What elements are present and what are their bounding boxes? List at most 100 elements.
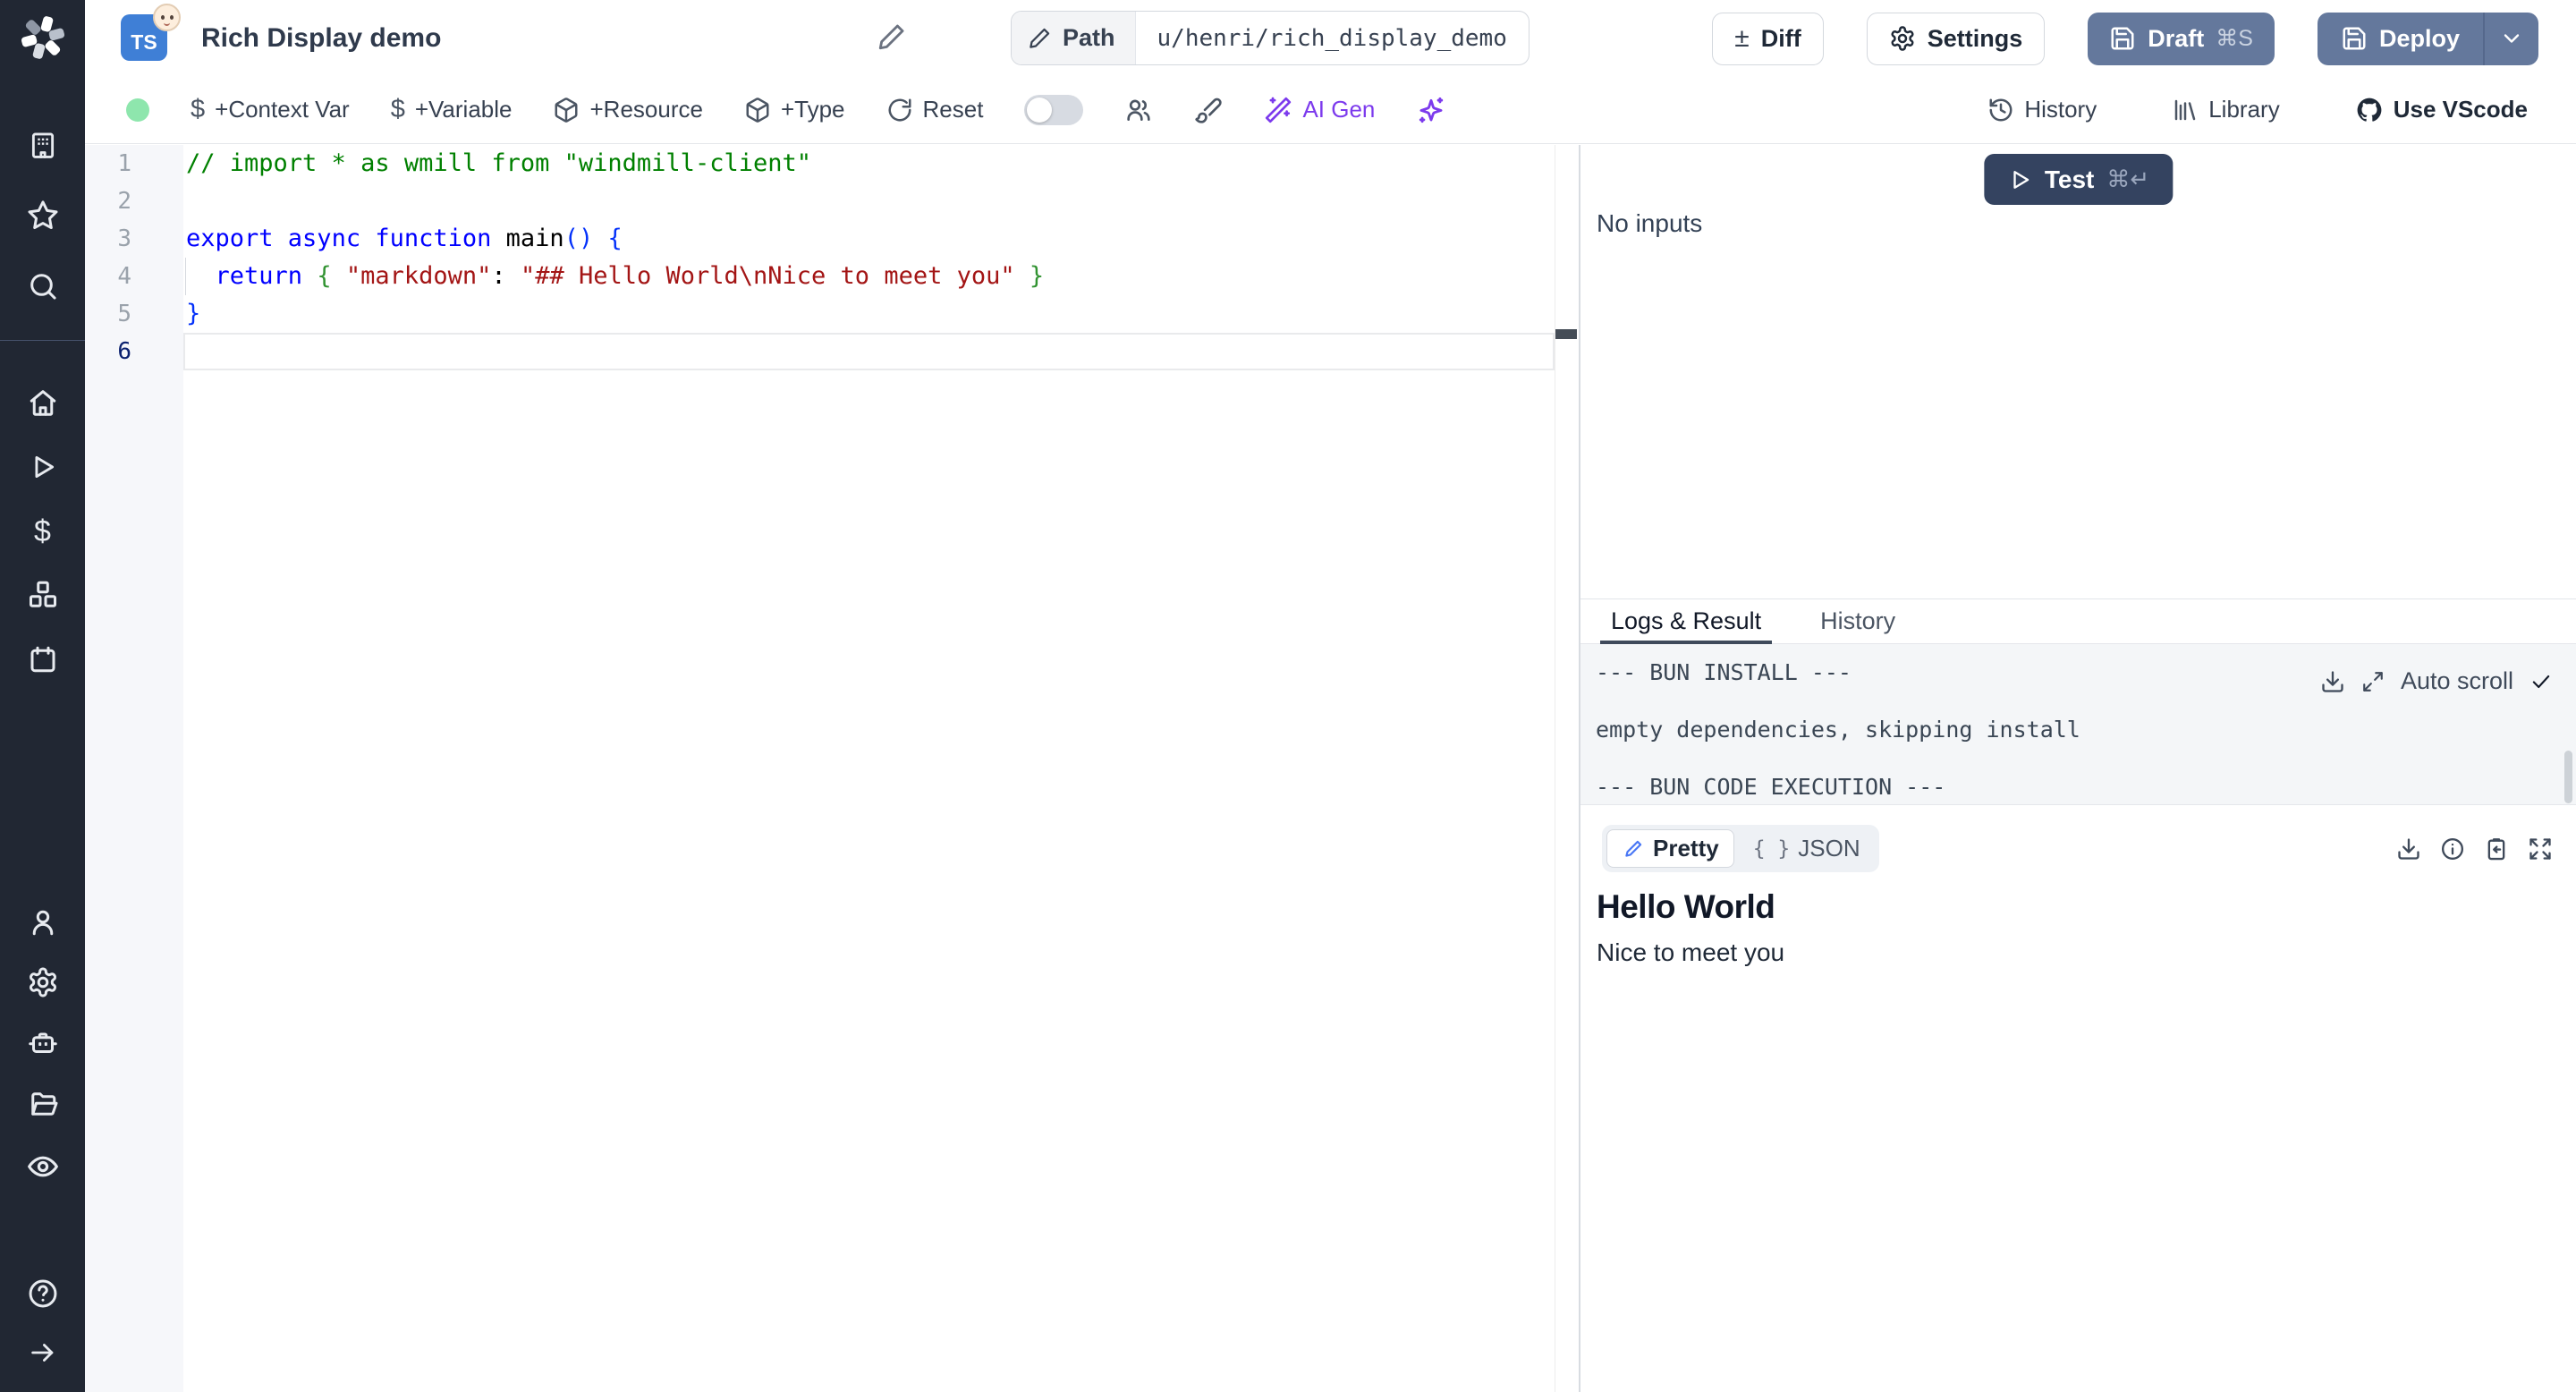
path-value: u/henri/rich_display_demo (1157, 24, 1507, 52)
package-icon (553, 97, 580, 123)
logs-panel[interactable]: --- BUN INSTALL --- empty dependencies, s… (1580, 644, 2576, 805)
audit-eye-icon[interactable] (0, 1151, 85, 1182)
line-number: 3 (117, 225, 131, 252)
ai-gen-button[interactable]: AI Gen (1264, 96, 1375, 124)
baby-emoji-badge (153, 4, 181, 31)
code-editor[interactable]: 1 2 3 4 5 6 // import * as wmill from "windmi… (85, 145, 1579, 1392)
edit-summary-pencil-icon[interactable] (877, 21, 907, 52)
draft-shortcut: ⌘S (2216, 26, 2253, 51)
inputs-area: Test ⌘↵ No inputs (1580, 145, 2576, 598)
format-brush-icon[interactable] (1194, 96, 1223, 124)
history-clock-icon (1987, 97, 2014, 123)
add-variable-button[interactable]: $ +Variable (391, 95, 513, 124)
draft-button[interactable]: Draft ⌘S (2088, 12, 2275, 65)
multiplayer-users-icon[interactable] (1124, 96, 1153, 124)
code-line: // import * as wmill from "windmill-clie… (186, 149, 811, 177)
favorites-star-icon[interactable] (0, 199, 85, 230)
save-icon (2341, 25, 2368, 52)
copy-clipboard-icon[interactable] (2484, 836, 2509, 862)
result-panel: Pretty { } JSON Hello World Nice to meet… (1580, 805, 2576, 1392)
json-view-button[interactable]: { } JSON (1739, 830, 1875, 867)
page-title: Rich Display demo (201, 22, 442, 53)
check-icon[interactable] (2529, 670, 2553, 693)
tab-history[interactable]: History (1820, 599, 1895, 644)
result-view-toggle: Pretty { } JSON (1602, 825, 1879, 872)
library-button[interactable]: Library (2172, 96, 2280, 123)
topbar: TS Rich Display demo Path u/henri/rich_d… (85, 0, 2576, 76)
download-result-icon[interactable] (2396, 836, 2421, 862)
editor-gutter: 1 2 3 4 5 6 (85, 145, 183, 1392)
save-icon (2109, 25, 2136, 52)
code-line: } (186, 300, 201, 327)
line-number: 6 (117, 338, 131, 365)
download-logs-icon[interactable] (2320, 669, 2345, 694)
path-pill[interactable]: Path u/henri/rich_display_demo (1011, 11, 1530, 65)
sparkles-icon[interactable] (1416, 95, 1446, 125)
workers-robot-icon[interactable] (0, 1028, 85, 1058)
add-context-var-button[interactable]: $ +Context Var (191, 95, 350, 124)
line-number: 1 (117, 150, 131, 177)
rotate-reset-icon (886, 97, 913, 123)
add-type-button[interactable]: +Type (744, 96, 845, 123)
deploy-button[interactable]: Deploy (2318, 13, 2483, 65)
deploy-dropdown-button[interactable] (2483, 12, 2538, 65)
path-label: Path (1063, 24, 1115, 51)
code-lines: // import * as wmill from "windmill-clie… (183, 145, 1555, 1392)
schedules-calendar-icon[interactable] (0, 644, 85, 675)
reset-button[interactable]: Reset (886, 96, 983, 123)
log-line: empty dependencies, skipping install (1596, 717, 2080, 743)
runs-play-icon[interactable] (0, 452, 85, 482)
maximize-result-icon[interactable] (2528, 836, 2553, 862)
diff-mode-toggle[interactable] (1024, 94, 1084, 125)
play-icon (2007, 167, 2032, 192)
variables-dollar-icon[interactable]: $ (0, 515, 85, 547)
settings-button[interactable]: Settings (1866, 12, 2046, 65)
resources-cubes-icon[interactable] (0, 580, 85, 610)
test-shortcut: ⌘↵ (2106, 166, 2150, 192)
history-button[interactable]: History (1987, 96, 2097, 123)
expand-sidebar-arrow-icon[interactable] (0, 1337, 85, 1368)
tab-logs-result[interactable]: Logs & Result (1599, 599, 1773, 645)
right-panel: Test ⌘↵ No inputs Logs & Result History … (1580, 145, 2576, 1392)
line-number: 5 (117, 301, 131, 327)
no-inputs-text: No inputs (1597, 209, 1703, 237)
home-icon[interactable] (0, 387, 85, 418)
github-icon (2355, 96, 2384, 124)
magic-wand-icon (1264, 96, 1292, 124)
plus-minus-icon: ± (1734, 23, 1750, 53)
help-circle-icon[interactable] (0, 1278, 85, 1309)
package-icon (744, 97, 771, 123)
test-button[interactable]: Test ⌘↵ (1983, 154, 2174, 205)
dollar-icon: $ (390, 95, 405, 123)
search-icon[interactable] (0, 271, 85, 301)
info-icon[interactable] (2440, 836, 2465, 862)
gear-icon (1889, 25, 1916, 52)
windmill-logo-icon[interactable] (0, 11, 85, 64)
code-line: export async function main() { (186, 225, 623, 252)
users-icon[interactable] (0, 907, 85, 938)
auto-scroll-label[interactable]: Auto scroll (2401, 667, 2513, 695)
braces-icon: { } (1752, 836, 1791, 861)
result-markdown-text: Nice to meet you (1597, 938, 1785, 966)
pencil-icon (1028, 26, 1052, 50)
use-vscode-button[interactable]: Use VScode (2355, 96, 2528, 124)
expand-logs-icon[interactable] (2361, 670, 2385, 693)
results-area: Logs & Result History --- BUN INSTALL --… (1580, 598, 2576, 1392)
status-dot (126, 98, 149, 122)
results-tabbar: Logs & Result History (1580, 599, 2576, 645)
workspace-buildings-icon[interactable] (0, 130, 85, 160)
line-number: 2 (117, 188, 131, 215)
code-line: return { "markdown": "## Hello World\nNi… (215, 262, 1045, 290)
diff-button[interactable]: ± Diff (1712, 12, 1824, 65)
pretty-view-button[interactable]: Pretty (1606, 829, 1734, 868)
add-resource-button[interactable]: +Resource (553, 96, 703, 123)
app-sidebar: $ (0, 0, 85, 1392)
logs-scrollbar-thumb[interactable] (2564, 751, 2572, 803)
result-markdown-heading: Hello World (1597, 888, 1775, 925)
folders-icon[interactable] (0, 1089, 85, 1119)
deploy-button-group: Deploy (2317, 12, 2538, 65)
settings-gear-icon[interactable] (0, 967, 85, 997)
library-icon (2172, 97, 2199, 123)
